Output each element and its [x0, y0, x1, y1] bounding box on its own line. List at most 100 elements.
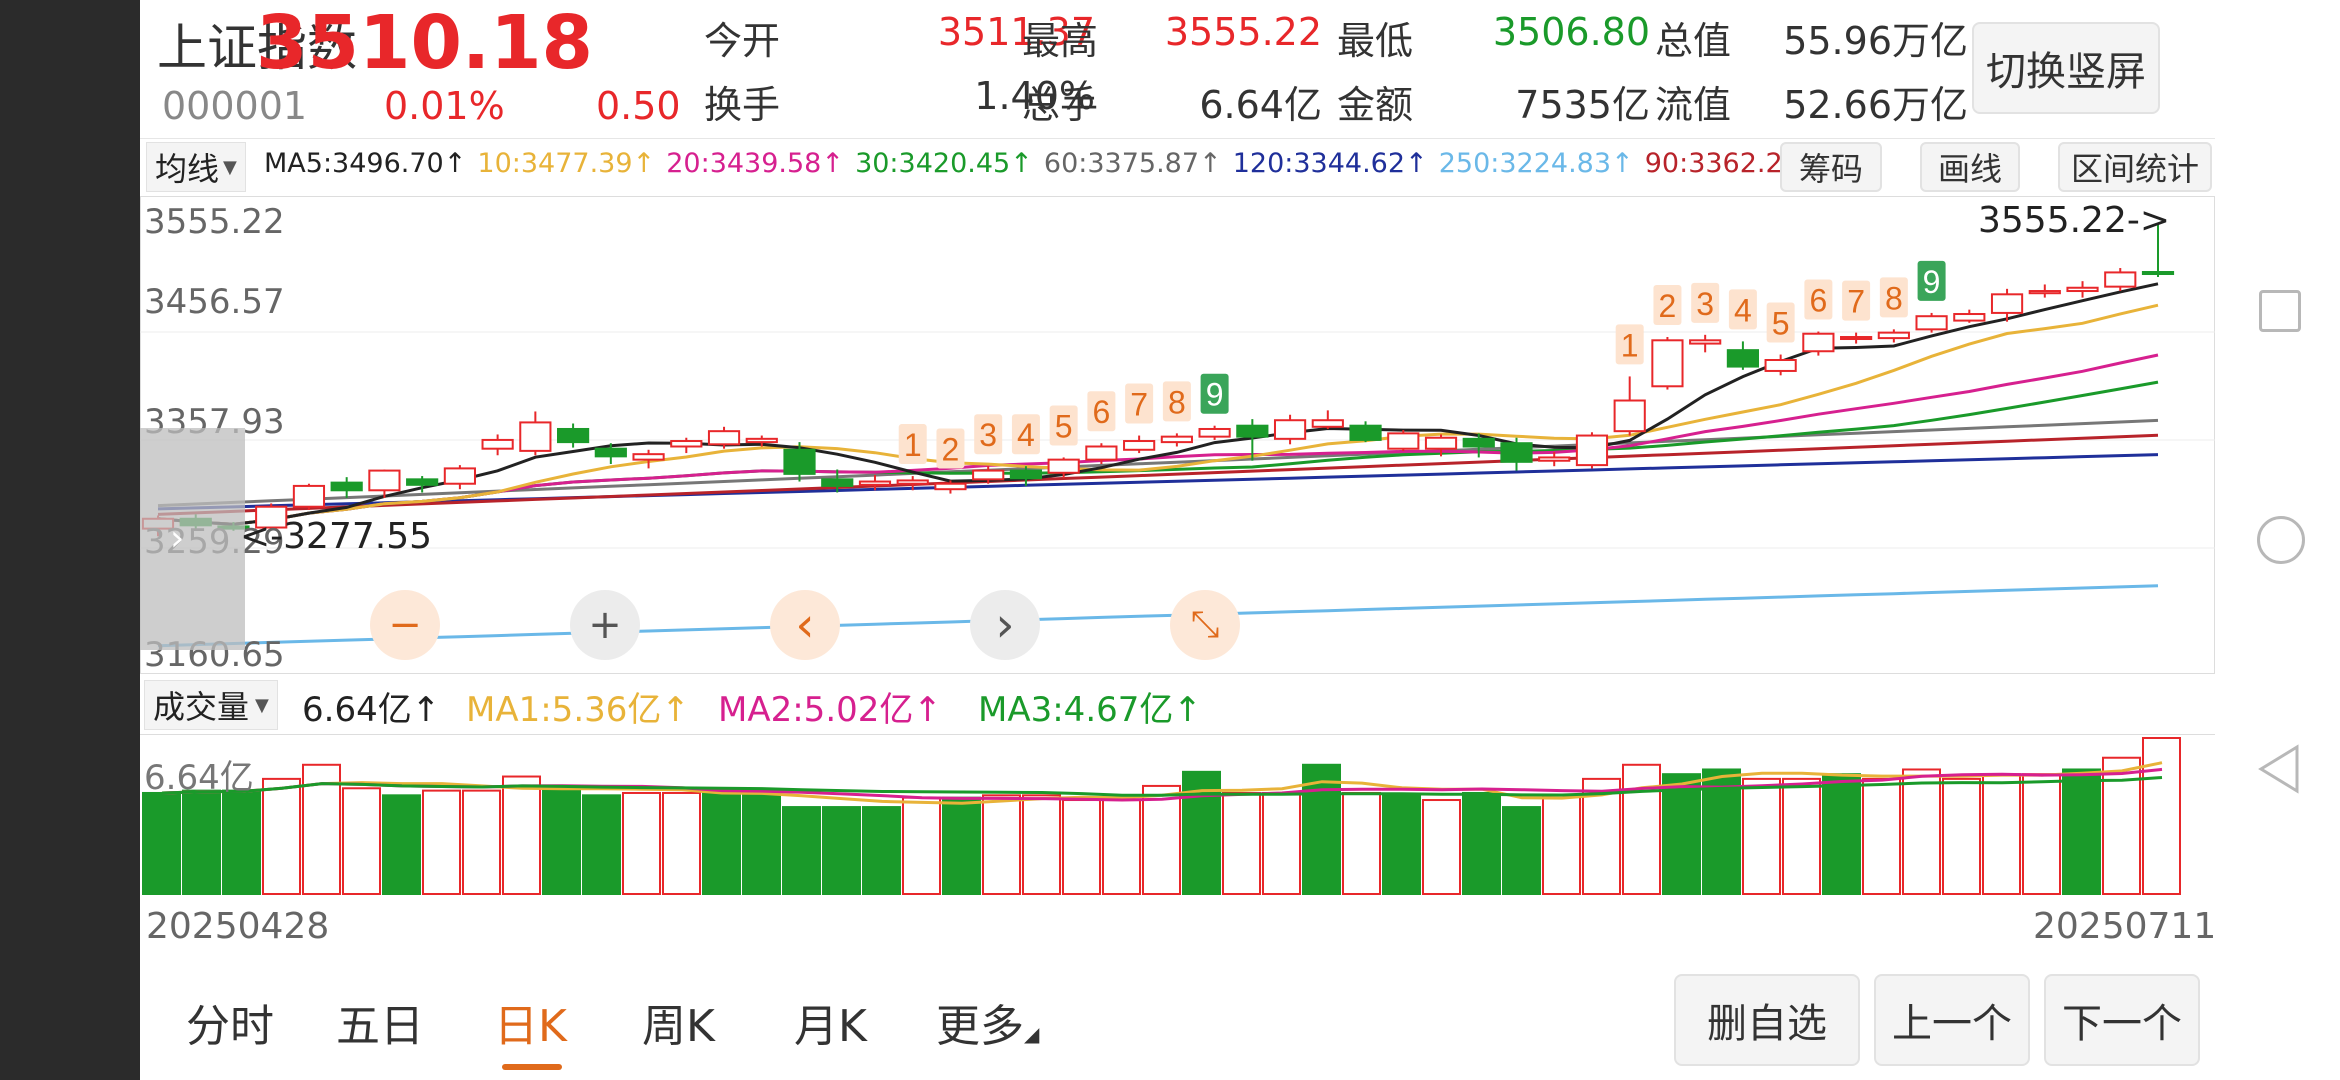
nine-turn-number: 6 [1809, 283, 1827, 319]
switch-portrait-button[interactable]: 切换竖屏 [1972, 22, 2160, 114]
candlestick [481, 438, 514, 450]
volume-bar [702, 791, 741, 895]
tab-monthly-k[interactable]: 月K [794, 990, 867, 1054]
candlestick [1085, 445, 1118, 461]
volume-chart[interactable] [140, 734, 2215, 896]
volume-bar [1542, 794, 1581, 895]
tab-more-label: 更多 [936, 1001, 1024, 1052]
volume-bar [902, 796, 941, 895]
candlestick [1613, 399, 1646, 433]
volume-bar [1942, 777, 1981, 895]
candlestick [1236, 424, 1269, 438]
volume-bar [542, 789, 581, 896]
stat-value: 52.66万亿 [1783, 83, 1968, 127]
index-price: 3510.18 [256, 0, 594, 86]
volume-bar [1782, 777, 1821, 895]
candlestick [2066, 286, 2099, 293]
plus-icon: + [588, 602, 622, 648]
zoom-in-button[interactable]: + [570, 590, 640, 660]
system-nav-bar [2215, 0, 2340, 1080]
volume-bar [622, 791, 661, 895]
nine-turn-number: 7 [1130, 387, 1148, 423]
candlestick [1009, 469, 1043, 480]
chip-button[interactable]: 筹码 [1780, 142, 1882, 192]
zoom-out-button[interactable]: − [370, 590, 440, 660]
home-icon[interactable] [2257, 516, 2305, 564]
corner-triangle-icon: ◢ [1024, 1022, 1040, 1046]
tab-five-day[interactable]: 五日 [336, 990, 424, 1054]
tab-weekly-k[interactable]: 周K [642, 990, 715, 1054]
ma120-value: 120:3344.62↑ [1232, 148, 1428, 179]
active-tab-indicator [502, 1064, 562, 1070]
candlestick [1047, 458, 1080, 474]
candlestick [1802, 332, 1835, 353]
candlestick [1915, 315, 1948, 331]
recent-apps-icon[interactable] [2259, 290, 2301, 332]
nine-turn-number: 9 [1923, 264, 1941, 300]
candlestick [1726, 349, 1759, 368]
stat-label: 总值 [1655, 19, 1732, 63]
caret-down-icon: ▼ [255, 694, 269, 716]
tab-daily-k[interactable]: 日K [494, 990, 567, 1054]
volume-bar [262, 777, 301, 895]
candlestick [1198, 427, 1231, 438]
high-marker: 3555.22-> [1978, 200, 2171, 241]
stat-value: 55.96万亿 [1783, 19, 1968, 63]
nine-turn-number: 3 [979, 417, 997, 453]
next-button[interactable]: 下一个 [2044, 974, 2200, 1066]
volume-dropdown[interactable]: 成交量 ▼ [144, 680, 278, 730]
back-icon[interactable] [2257, 744, 2301, 794]
volume-bar [742, 791, 781, 895]
candlestick [896, 479, 929, 485]
nine-turn-number: 3 [1696, 286, 1714, 322]
volume-bar [422, 789, 461, 896]
stat-value: 3506.80 [1492, 10, 1650, 54]
tab-intraday[interactable]: 分时 [186, 990, 274, 1054]
scroll-right-button[interactable]: › [970, 590, 1040, 660]
reset-zoom-button[interactable]: ⤡ [1170, 590, 1240, 660]
low-marker: <-3277.55 [240, 516, 433, 557]
candlestick [1764, 359, 1797, 372]
candlestick [972, 469, 1005, 481]
nine-turn-number: 9 [1206, 377, 1224, 413]
scroll-left-button[interactable]: ‹ [770, 590, 840, 660]
nine-turn-number: 1 [904, 427, 922, 463]
y-tick-label: 3456.57 [144, 282, 285, 322]
scroll-handle[interactable]: › [140, 428, 245, 650]
candlestick [1123, 440, 1156, 451]
nine-turn-number: 1 [1621, 327, 1639, 363]
volume-bar [342, 787, 381, 895]
volume-bar [2022, 773, 2061, 895]
volume-ma3: MA3:4.67亿↑ [978, 690, 1202, 730]
previous-button[interactable]: 上一个 [1874, 974, 2030, 1066]
stock-screen: 上证指数 3510.18 000001 0.01% 0.50 今开 3511.3… [140, 0, 2216, 1080]
volume-bar [862, 806, 901, 895]
draw-line-button[interactable]: 画线 [1920, 142, 2020, 192]
volume-bar [782, 806, 821, 895]
volume-bar [462, 789, 501, 896]
nine-turn-number: 4 [1017, 417, 1035, 453]
range-stats-button[interactable]: 区间统计 [2058, 142, 2212, 192]
candlestick [707, 430, 741, 446]
volume-dropdown-label: 成交量 [153, 688, 250, 726]
volume-bar [2062, 768, 2101, 895]
volume-bar [1382, 794, 1421, 895]
volume-bar [1422, 799, 1461, 895]
volume-bar [1102, 799, 1141, 895]
volume-bar [1862, 777, 1901, 895]
stat-label: 换手 [704, 83, 781, 127]
volume-bar [1662, 773, 1701, 895]
stat-value: 3555.22 [1164, 10, 1322, 54]
volume-bar [182, 789, 221, 896]
tab-more[interactable]: 更多◢ [936, 990, 1039, 1054]
nine-turn-number: 5 [1055, 408, 1073, 444]
ma-dropdown[interactable]: 均线 ▼ [146, 142, 246, 192]
volume-bar [662, 791, 701, 895]
stat-value: 7535亿 [1515, 83, 1650, 127]
candlestick [1953, 313, 1986, 322]
remove-watchlist-button[interactable]: 删自选 [1674, 974, 1860, 1066]
ma-dropdown-label: 均线 [155, 150, 220, 188]
ma30-value: 30:3420.45↑ [855, 148, 1033, 179]
nine-turn-number: 5 [1772, 306, 1790, 342]
candlestick [1500, 442, 1533, 463]
